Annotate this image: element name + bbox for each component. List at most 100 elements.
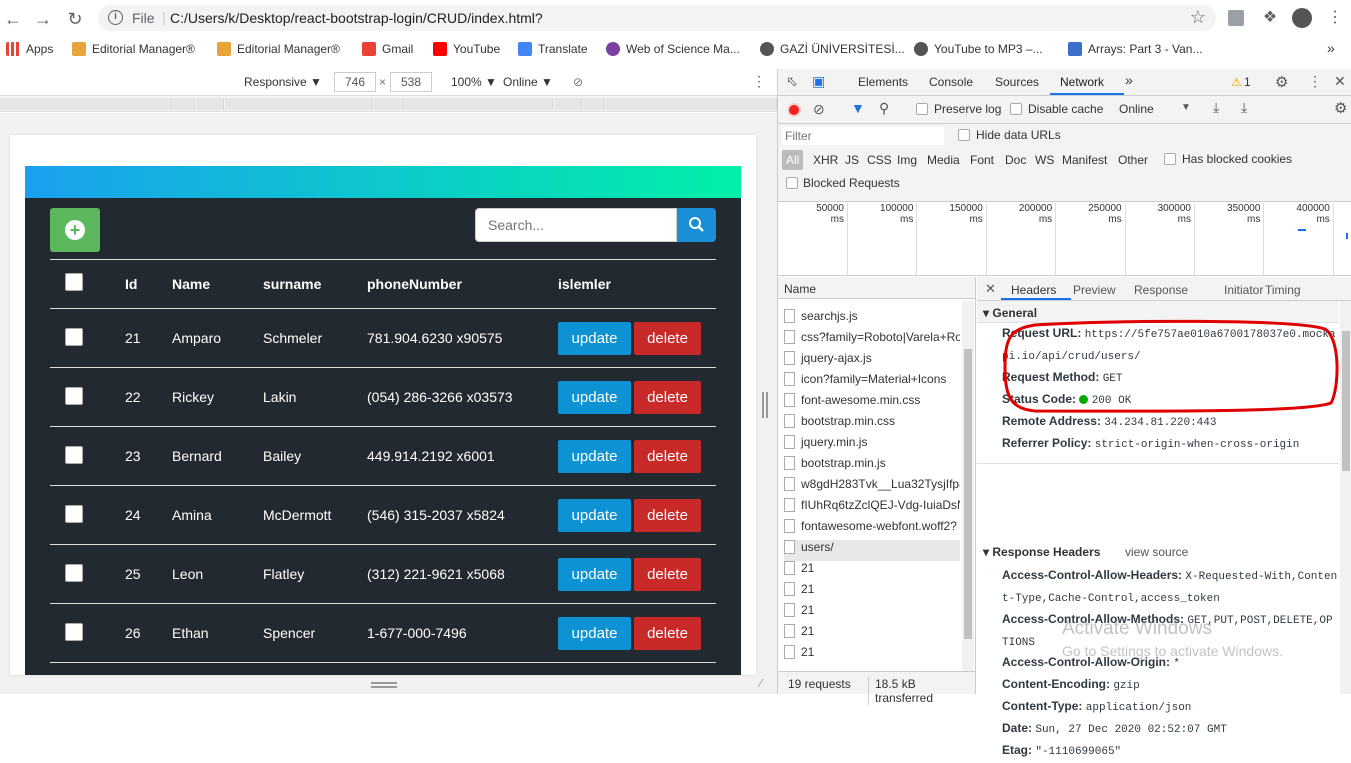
type-ws[interactable]: WS	[1035, 153, 1054, 167]
throttling-select[interactable]: Online	[1119, 102, 1154, 116]
chevron-down-icon[interactable]: ▼	[1181, 102, 1191, 113]
throttle-select[interactable]: Online ▼	[503, 75, 553, 89]
bookmark-arrays[interactable]: Arrays: Part 3 - Van...	[1068, 42, 1202, 60]
row-checkbox[interactable]	[65, 387, 83, 405]
type-media[interactable]: Media	[927, 153, 960, 167]
request-item[interactable]: bootstrap.min.js	[784, 456, 960, 477]
export-icon[interactable]: ⤓	[1241, 99, 1247, 116]
address-bar[interactable]: i File | C:/Users/k/Desktop/react-bootst…	[98, 5, 1216, 31]
resize-corner-icon[interactable]: ∕	[760, 676, 762, 690]
request-item[interactable]: jquery.min.js	[784, 435, 960, 456]
hide-data-urls-checkbox[interactable]	[958, 129, 970, 141]
type-font[interactable]: Font	[970, 153, 994, 167]
search-input[interactable]	[475, 208, 677, 242]
search-icon[interactable]: ⚲	[879, 100, 889, 117]
bookmark-star-icon[interactable]: ☆	[1190, 7, 1206, 28]
tab-timing[interactable]: Timing	[1265, 283, 1301, 297]
request-item[interactable]: users/	[784, 540, 960, 561]
request-item[interactable]: 21	[784, 582, 960, 603]
view-source-link[interactable]: view source	[1125, 545, 1188, 559]
request-item[interactable]: fIUhRq6tzZclQEJ-Vdg-IuiaDsN	[784, 498, 960, 519]
warning-icon[interactable]: ⚠	[1231, 75, 1242, 89]
type-css[interactable]: CSS	[867, 153, 892, 167]
network-overview[interactable]	[778, 202, 1351, 276]
type-img[interactable]: Img	[897, 153, 917, 167]
extension-icon[interactable]	[1228, 10, 1244, 26]
width-input[interactable]: 746	[334, 72, 376, 92]
name-column[interactable]: Name	[784, 282, 816, 296]
record-icon[interactable]	[787, 103, 801, 117]
warning-count[interactable]: 1	[1244, 75, 1251, 89]
more-bookmarks[interactable]: »	[1327, 40, 1335, 58]
network-settings-icon[interactable]: ⚙	[1334, 99, 1347, 117]
select-all-checkbox[interactable]	[65, 273, 83, 291]
close-icon[interactable]: ✕	[1334, 73, 1346, 90]
tab-elements[interactable]: Elements	[858, 75, 908, 89]
url-text[interactable]: C:/Users/k/Desktop/react-bootstrap-login…	[170, 10, 543, 26]
tab-console[interactable]: Console	[929, 75, 973, 89]
bookmark-editorial-1[interactable]: Editorial Manager®	[72, 42, 195, 60]
type-doc[interactable]: Doc	[1005, 153, 1026, 167]
row-checkbox[interactable]	[65, 623, 83, 641]
update-button[interactable]: update	[558, 440, 631, 473]
bookmark-yt-mp3[interactable]: YouTube to MP3 –...	[914, 42, 1043, 60]
row-checkbox[interactable]	[65, 564, 83, 582]
resize-handle-bottom[interactable]	[371, 682, 397, 688]
resize-handle-right[interactable]	[762, 392, 768, 418]
scroll-thumb[interactable]	[1342, 331, 1350, 471]
bookmark-web-of-science[interactable]: Web of Science Ma...	[606, 42, 740, 60]
rotate-icon[interactable]: ⊘	[573, 75, 583, 89]
device-toggle-icon[interactable]: ▣	[812, 73, 825, 90]
delete-button[interactable]: delete	[634, 381, 701, 414]
tab-sources[interactable]: Sources	[995, 75, 1039, 89]
puzzle-icon[interactable]: ❖	[1260, 8, 1280, 28]
request-item[interactable]: css?family=Roboto|Varela+Ro	[784, 330, 960, 351]
request-item[interactable]: 21	[784, 624, 960, 645]
row-checkbox[interactable]	[65, 505, 83, 523]
blocked-cookies-checkbox[interactable]	[1164, 153, 1176, 165]
request-scrollbar[interactable]	[962, 301, 974, 671]
media-query-bar[interactable]	[0, 96, 777, 112]
update-button[interactable]: update	[558, 558, 631, 591]
delete-button[interactable]: delete	[634, 617, 701, 650]
type-other[interactable]: Other	[1118, 153, 1148, 167]
request-item[interactable]: icon?family=Material+Icons	[784, 372, 960, 393]
more-icon[interactable]: ⋮	[752, 73, 766, 90]
tab-preview[interactable]: Preview	[1073, 283, 1116, 297]
details-close-icon[interactable]: ✕	[985, 281, 996, 297]
request-item[interactable]: w8gdH283Tvk__Lua32TysjIfp8	[784, 477, 960, 498]
filter-icon[interactable]: ▼	[851, 100, 865, 116]
delete-button[interactable]: delete	[634, 322, 701, 355]
back-icon[interactable]: ←	[2, 8, 24, 30]
bookmark-gazi[interactable]: GAZİ ÜNİVERSİTESİ...	[760, 42, 905, 60]
type-manifest[interactable]: Manifest	[1062, 153, 1107, 167]
clear-icon[interactable]: ⊘	[813, 101, 825, 118]
bookmark-gmail[interactable]: Gmail	[362, 42, 413, 60]
type-xhr[interactable]: XHR	[813, 153, 838, 167]
request-item[interactable]: bootstrap.min.css	[784, 414, 960, 435]
update-button[interactable]: update	[558, 499, 631, 532]
update-button[interactable]: update	[558, 381, 631, 414]
details-scrollbar[interactable]	[1340, 301, 1351, 694]
update-button[interactable]: update	[558, 617, 631, 650]
filter-input[interactable]	[782, 127, 944, 145]
preserve-log-checkbox[interactable]	[916, 103, 928, 115]
more-tabs[interactable]: »	[1125, 72, 1133, 88]
height-input[interactable]: 538	[390, 72, 432, 92]
request-item[interactable]: 21	[784, 645, 960, 666]
bookmark-editorial-2[interactable]: Editorial Manager®	[217, 42, 340, 60]
tab-headers[interactable]: Headers	[1011, 283, 1056, 297]
avatar[interactable]	[1292, 8, 1312, 28]
add-button[interactable]: +	[50, 208, 100, 252]
blocked-requests-checkbox[interactable]	[786, 177, 798, 189]
request-item[interactable]: font-awesome.min.css	[784, 393, 960, 414]
delete-button[interactable]: delete	[634, 558, 701, 591]
bookmark-translate[interactable]: Translate	[518, 42, 588, 60]
devtools-menu-icon[interactable]: ⋮	[1308, 73, 1322, 90]
delete-button[interactable]: delete	[634, 499, 701, 532]
disable-cache-checkbox[interactable]	[1010, 103, 1022, 115]
request-item[interactable]: 21	[784, 561, 960, 582]
info-icon[interactable]: i	[108, 10, 123, 25]
request-item[interactable]: fontawesome-webfont.woff2?	[784, 519, 960, 540]
zoom-select[interactable]: 100% ▼	[451, 75, 497, 89]
